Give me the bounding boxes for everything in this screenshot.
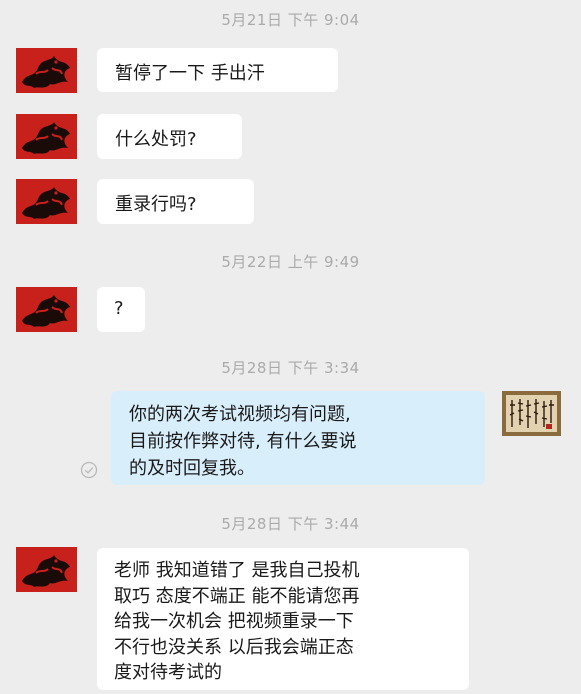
message-text: ?: [114, 298, 124, 319]
calligraphy-avatar-icon: [502, 391, 561, 436]
incoming-message-bubble[interactable]: 老师 我知道错了 是我自己投机 取巧 态度不端正 能不能请您再 给我一次机会 把…: [97, 548, 469, 690]
message-text: 目前按作弊对待, 有什么要说: [129, 431, 357, 452]
message-text: 老师 我知道错了 是我自己投机: [114, 560, 360, 581]
message-text: 给我一次机会 把视频重录一下: [114, 611, 354, 632]
timestamp: 5月21日 下午 9:04: [221, 11, 360, 29]
red-dragon-avatar-icon: [16, 287, 77, 332]
incoming-message-bubble[interactable]: 什么处罚?: [97, 114, 242, 159]
red-dragon-avatar-icon: [16, 114, 77, 159]
message-text: 不行也没关系 以后我会端正态: [114, 636, 354, 658]
message-text: 你的两次考试视频均有问题,: [129, 404, 351, 425]
contact-avatar[interactable]: [16, 547, 77, 592]
message-text: 暂停了一下 手出汗: [115, 63, 265, 84]
contact-avatar[interactable]: [16, 179, 77, 224]
incoming-message-bubble[interactable]: ?: [97, 287, 145, 332]
self-avatar[interactable]: [502, 391, 561, 436]
red-dragon-avatar-icon: [16, 547, 77, 592]
message-text: 什么处罚?: [115, 129, 197, 150]
incoming-message-bubble[interactable]: 重录行吗?: [97, 179, 254, 224]
outgoing-message-bubble[interactable]: 你的两次考试视频均有问题, 目前按作弊对待, 有什么要说 的及时回复我。: [111, 391, 485, 485]
message-text: 的及时回复我。: [129, 458, 255, 479]
message-text: 度对待考试的: [114, 662, 222, 683]
message-text: 重录行吗?: [115, 194, 197, 215]
red-dragon-avatar-icon: [16, 179, 77, 224]
timestamp: 5月28日 下午 3:44: [221, 515, 360, 533]
timestamp: 5月28日 下午 3:34: [221, 359, 360, 377]
contact-avatar[interactable]: [16, 48, 77, 93]
red-dragon-avatar-icon: [16, 48, 77, 93]
check-circle-icon: [80, 461, 98, 479]
contact-avatar[interactable]: [16, 287, 77, 332]
incoming-message-bubble[interactable]: 暂停了一下 手出汗: [97, 48, 338, 92]
message-text: 取巧 态度不端正 能不能请您再: [114, 585, 360, 607]
timestamp: 5月22日 上午 9:49: [221, 253, 360, 271]
contact-avatar[interactable]: [16, 114, 77, 159]
